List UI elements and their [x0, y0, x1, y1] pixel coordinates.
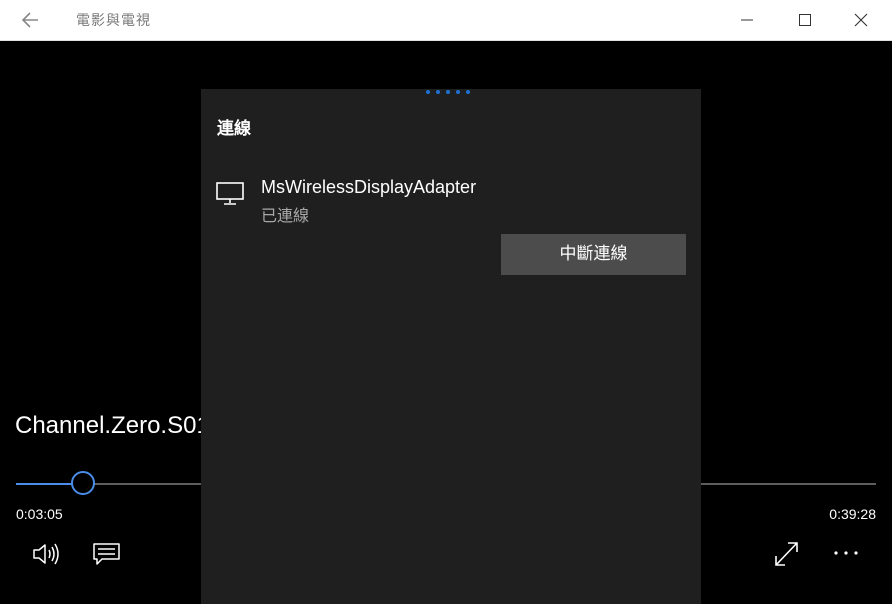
device-status: 已連線	[261, 206, 310, 225]
device-name: MsWirelessDisplayAdapter	[261, 177, 477, 197]
seek-thumb[interactable]	[71, 471, 96, 495]
subtitles-icon	[93, 543, 120, 565]
subtitles-button[interactable]	[92, 538, 124, 570]
total-time: 0:39:28	[829, 506, 876, 522]
minimize-button[interactable]	[724, 0, 770, 40]
more-icon	[834, 551, 858, 555]
volume-icon	[33, 543, 59, 565]
volume-button[interactable]	[30, 538, 62, 570]
connect-panel: 連線 MsWirelessDisplayAdapter 已連線 中斷連線	[201, 89, 701, 604]
monitor-icon	[216, 182, 244, 205]
back-arrow-icon	[21, 12, 38, 28]
app-title: 電影與電視	[76, 13, 151, 29]
fullscreen-icon	[775, 542, 798, 566]
back-button[interactable]	[18, 8, 44, 32]
device-item[interactable]: MsWirelessDisplayAdapter 已連線	[215, 177, 685, 227]
minimize-icon	[741, 19, 753, 21]
title-bar: 電影與電視	[0, 0, 892, 41]
video-title: Channel.Zero.S01I	[15, 412, 217, 439]
elapsed-time: 0:03:05	[16, 506, 63, 522]
maximize-icon	[799, 14, 811, 26]
loading-dots-icon	[426, 90, 470, 94]
disconnect-button[interactable]: 中斷連線	[501, 234, 686, 275]
close-icon	[854, 13, 868, 27]
panel-heading: 連線	[217, 119, 251, 139]
maximize-button[interactable]	[782, 0, 828, 40]
more-button[interactable]	[831, 538, 863, 570]
fullscreen-button[interactable]	[771, 538, 803, 570]
close-button[interactable]	[838, 0, 884, 40]
